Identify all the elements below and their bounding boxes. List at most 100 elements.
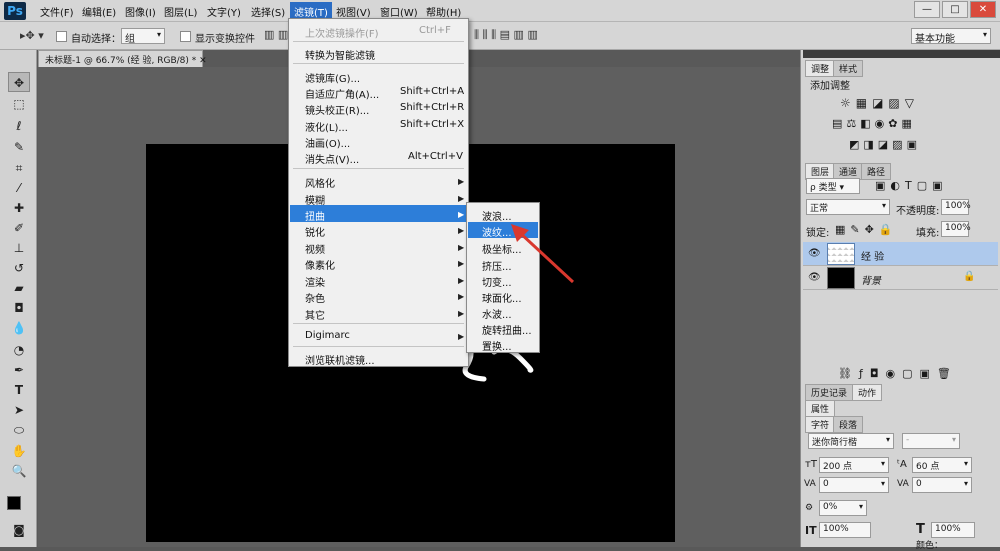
menu-item-last-filter[interactable]: 上次滤镜操作(F) bbox=[305, 25, 379, 40]
distribute-icons[interactable]: ⫼ ⫼ ⫼ ▤ ▥ ▥ bbox=[474, 28, 538, 42]
menu-item-pixelate[interactable]: 像素化 bbox=[305, 257, 335, 272]
quick-select-icon[interactable]: ✎ bbox=[8, 137, 30, 157]
menu-item-stylize[interactable]: 风格化 bbox=[305, 175, 335, 190]
clone-stamp-icon[interactable]: ⊥ bbox=[8, 238, 30, 258]
auto-select-dropdown[interactable]: 组 ▾ bbox=[121, 28, 165, 45]
path-select-icon[interactable]: ➤ bbox=[8, 400, 30, 420]
layer-name: 经 验 bbox=[861, 252, 885, 263]
menu-window[interactable]: 窗口(W) bbox=[380, 4, 418, 19]
menu-item-liquify[interactable]: 液化(L)... bbox=[305, 119, 348, 134]
submenu-item-displace[interactable]: 置换... bbox=[482, 338, 512, 353]
layer-row-background[interactable]: 👁 背景 🔒 bbox=[803, 266, 998, 290]
history-brush-icon[interactable]: ↺ bbox=[8, 258, 30, 278]
move-tool-icon[interactable]: ▸✥ ▾ bbox=[20, 29, 44, 42]
menu-item-video[interactable]: 视频 bbox=[305, 241, 325, 256]
menu-item-other[interactable]: 其它 bbox=[305, 307, 325, 322]
zoom-tool-icon[interactable]: 🔍 bbox=[8, 461, 30, 481]
menu-item-oil-paint[interactable]: 油画(O)... bbox=[305, 135, 350, 150]
pen-tool-icon[interactable]: ✒ bbox=[8, 360, 30, 380]
close-button[interactable]: ✕ bbox=[970, 1, 996, 18]
menu-help[interactable]: 帮助(H) bbox=[426, 4, 461, 19]
marquee-tool-icon[interactable]: ⬚ bbox=[8, 94, 30, 114]
eye-icon[interactable]: 👁 bbox=[808, 248, 821, 259]
eyedropper-icon[interactable]: ⁄ bbox=[8, 178, 30, 198]
vertical-scale-input[interactable]: 100% bbox=[819, 522, 871, 538]
menu-item-adaptive-wide-angle[interactable]: 自适应广角(A)... bbox=[305, 86, 379, 101]
hand-tool-icon[interactable]: ✋ bbox=[8, 441, 30, 461]
menu-type[interactable]: 文字(Y) bbox=[207, 4, 241, 19]
font-style-dropdown[interactable]: - ▾ bbox=[902, 433, 960, 449]
font-family-dropdown[interactable]: 迷你简行楷 ▾ bbox=[808, 433, 894, 449]
layer-filter-icons[interactable]: ▣◐T▢▣ bbox=[875, 179, 948, 192]
menu-item-browse-online[interactable]: 浏览联机滤镜... bbox=[305, 352, 375, 367]
menu-item-filter-gallery[interactable]: 滤镜库(G)... bbox=[305, 70, 360, 85]
menu-item-digimarc[interactable]: Digimarc bbox=[305, 330, 350, 341]
menu-edit[interactable]: 编辑(E) bbox=[82, 4, 116, 19]
layer-filter-dropdown[interactable]: ρ 类型 ▾ bbox=[806, 178, 860, 194]
gradient-tool-icon[interactable]: ◘ bbox=[8, 298, 30, 318]
tab-paths[interactable]: 路径 bbox=[861, 163, 892, 180]
eye-icon[interactable]: 👁 bbox=[808, 272, 821, 283]
menu-item-convert-smart-filter[interactable]: 转换为智能滤镜 bbox=[305, 47, 375, 62]
menu-item-noise[interactable]: 杂色 bbox=[305, 290, 325, 305]
foreground-color-swatch[interactable] bbox=[7, 496, 21, 510]
submenu-item-spherize[interactable]: 球面化... bbox=[482, 290, 522, 305]
layer-row-text[interactable]: 👁 经 验 bbox=[803, 242, 998, 266]
adjustment-icons-row-1[interactable]: ☼▦◪▨▽ bbox=[840, 96, 919, 110]
leading-input[interactable]: 60 点 ▾ bbox=[912, 457, 972, 473]
tracking-input[interactable]: 0 ▾ bbox=[912, 477, 972, 493]
submenu-item-twirl[interactable]: 旋转扭曲... bbox=[482, 322, 532, 337]
tracking-icon: VA bbox=[897, 479, 909, 489]
toolbox: ✥ ⬚ ℓ ✎ ⌗ ⁄ ✚ ✐ ⊥ ↺ ▰ ◘ 💧 ◔ ✒ T ➤ ⬭ ✋ 🔍 … bbox=[0, 50, 37, 547]
crop-tool-icon[interactable]: ⌗ bbox=[8, 158, 30, 178]
adjustment-icons-row-3[interactable]: ◩◨◪▨▣ bbox=[849, 138, 921, 151]
tab-adjustments[interactable]: 调整 bbox=[805, 60, 836, 77]
move-tool-icon[interactable]: ✥ bbox=[8, 72, 30, 92]
lasso-tool-icon[interactable]: ℓ bbox=[8, 116, 30, 136]
tab-character[interactable]: 字符 bbox=[805, 416, 836, 433]
blend-mode-dropdown[interactable]: 正常 ▾ bbox=[806, 199, 890, 215]
menu-view[interactable]: 视图(V) bbox=[336, 4, 371, 19]
document-tab[interactable]: 未标题-1 @ 66.7% (经 验, RGB/8) * ✕ bbox=[38, 50, 207, 67]
blur-tool-icon[interactable]: 💧 bbox=[8, 318, 30, 338]
minimize-button[interactable]: — bbox=[914, 1, 940, 18]
close-tab-icon[interactable]: ✕ bbox=[199, 56, 207, 66]
fill-input[interactable]: 100% bbox=[941, 221, 971, 237]
menu-item-render[interactable]: 渲染 bbox=[305, 274, 325, 289]
lock-icons[interactable]: ▦✎✥🔒 bbox=[835, 223, 898, 236]
align-icons[interactable]: ▥ ▥ bbox=[264, 28, 288, 41]
healing-brush-icon[interactable]: ✚ bbox=[8, 198, 30, 218]
adjustment-icons-row-2[interactable]: ▤⚖◧◉✿▦ bbox=[832, 117, 916, 130]
tab-actions[interactable]: 动作 bbox=[852, 384, 883, 401]
menu-image[interactable]: 图像(I) bbox=[125, 4, 156, 19]
tab-paragraph[interactable]: 段落 bbox=[833, 416, 864, 433]
eraser-icon[interactable]: ▰ bbox=[8, 278, 30, 298]
layer-bottom-icons[interactable]: ⛓ƒ◘◉▢▣🗑 bbox=[838, 367, 958, 380]
menu-item-lens-correction[interactable]: 镜头校正(R)... bbox=[305, 102, 369, 117]
dodge-tool-icon[interactable]: ◔ bbox=[8, 340, 30, 360]
menu-file[interactable]: 文件(F) bbox=[40, 4, 74, 19]
menu-item-vanishing-point[interactable]: 消失点(V)... bbox=[305, 151, 359, 166]
menu-layer[interactable]: 图层(L) bbox=[164, 4, 197, 19]
horizontal-scale-input[interactable]: 100% bbox=[931, 522, 975, 538]
type-tool-icon[interactable]: T bbox=[8, 380, 30, 400]
workspace-dropdown[interactable]: 基本功能 ▾ bbox=[911, 28, 991, 45]
submenu-item-zigzag[interactable]: 水波... bbox=[482, 306, 512, 321]
show-transform-checkbox[interactable] bbox=[180, 31, 191, 42]
menu-item-distort[interactable]: 扭曲 bbox=[305, 208, 325, 223]
kerning-input[interactable]: 0 ▾ bbox=[819, 477, 889, 493]
tab-styles[interactable]: 样式 bbox=[833, 60, 864, 77]
adjust-panel-title: 添加调整 bbox=[810, 81, 850, 92]
menu-item-sharpen[interactable]: 锐化 bbox=[305, 224, 325, 239]
tab-properties[interactable]: 属性 bbox=[805, 400, 836, 417]
auto-select-checkbox[interactable] bbox=[56, 31, 67, 42]
font-size-input[interactable]: 200 点 ▾ bbox=[819, 457, 889, 473]
scale-percent-input[interactable]: 0% ▾ bbox=[819, 500, 867, 516]
quick-mask-icon[interactable]: ◙ bbox=[8, 520, 30, 540]
shape-tool-icon[interactable]: ⬭ bbox=[8, 420, 30, 440]
tab-history[interactable]: 历史记录 bbox=[805, 384, 854, 401]
maximize-button[interactable]: □ bbox=[942, 1, 968, 18]
opacity-input[interactable]: 100% bbox=[941, 199, 971, 215]
brush-tool-icon[interactable]: ✐ bbox=[8, 218, 30, 238]
menu-select[interactable]: 选择(S) bbox=[251, 4, 285, 19]
